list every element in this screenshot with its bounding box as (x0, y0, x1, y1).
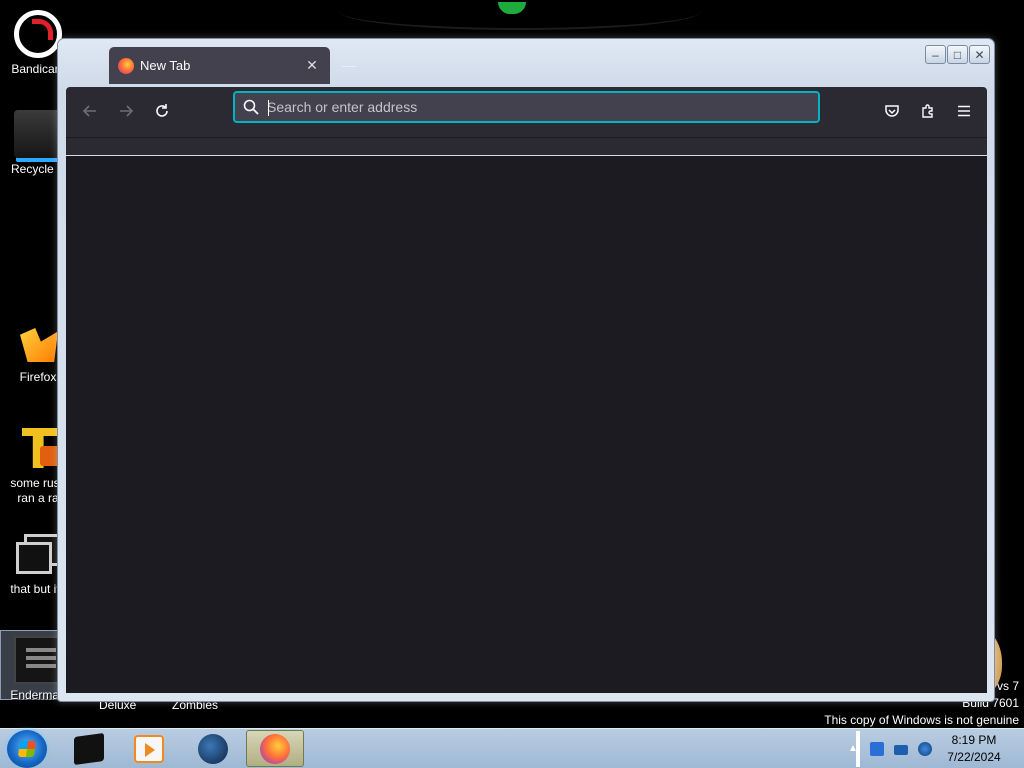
taskbar-app-globe[interactable] (184, 730, 242, 767)
green-indicator (498, 2, 526, 14)
forward-arrow-icon (120, 105, 134, 117)
windows-stack-icon (14, 530, 62, 578)
text-caret (268, 100, 269, 116)
tab-title: New Tab (140, 58, 191, 73)
page-content-area[interactable] (66, 156, 987, 693)
minimize-button[interactable]: – (925, 45, 946, 64)
media-player-icon (134, 734, 164, 763)
taskbar-app-firefox[interactable] (246, 730, 304, 767)
start-button[interactable] (7, 730, 47, 768)
browser-window: – □ ✕ New Tab ✕ — (57, 38, 995, 702)
globe-icon (198, 733, 228, 764)
tray-divider (856, 731, 860, 767)
taskbar-app-media-player[interactable] (120, 730, 178, 767)
forward-button[interactable] (112, 97, 140, 125)
action-center-icon[interactable] (870, 742, 884, 756)
pocket-button[interactable] (878, 97, 906, 125)
menu-button[interactable] (950, 97, 978, 125)
black-box-icon (74, 732, 104, 765)
firefox-favicon-icon (118, 57, 134, 74)
app-window-icon (14, 636, 62, 684)
close-tab-icon[interactable]: ✕ (303, 57, 321, 75)
system-tray: ▲ 8:19 PM 7/22/2024 (842, 729, 1024, 768)
reload-button[interactable] (148, 97, 176, 125)
reload-icon (156, 104, 168, 117)
toolbar-separator (66, 137, 987, 138)
maximize-button[interactable]: □ (947, 45, 968, 64)
window-controls: – □ ✕ (925, 45, 990, 64)
recycle-bin-icon (14, 110, 62, 158)
taskbar: ▲ 8:19 PM 7/22/2024 (0, 728, 1024, 768)
tab-new-tab[interactable]: New Tab ✕ (109, 47, 330, 84)
taskbar-app-terminal[interactable] (60, 730, 118, 767)
close-window-button[interactable]: ✕ (969, 45, 990, 64)
search-icon (243, 99, 259, 115)
firefox-icon (260, 733, 290, 764)
top-decoration (340, 0, 700, 30)
hamburger-menu-icon (958, 105, 970, 117)
puzzle-piece-icon (922, 104, 933, 118)
clock-date: 7/22/2024 (947, 750, 1001, 764)
back-arrow-icon (82, 105, 96, 117)
search-input[interactable] (267, 99, 787, 115)
new-tab-button[interactable]: — (342, 57, 356, 73)
firefox-icon (14, 318, 62, 366)
watermark-line: This copy of Windows is not genuine (824, 713, 1019, 727)
file-icon (14, 424, 62, 472)
back-button[interactable] (76, 97, 104, 125)
system-clock[interactable]: 8:19 PM 7/22/2024 (936, 732, 1012, 766)
address-bar[interactable] (233, 91, 820, 123)
navigation-toolbar (66, 87, 987, 155)
network-icon[interactable] (894, 745, 908, 755)
extensions-button[interactable] (914, 97, 942, 125)
clock-time: 8:19 PM (951, 733, 997, 747)
bandicam-icon (14, 10, 62, 58)
speaker-icon[interactable] (918, 742, 932, 756)
pocket-icon (885, 105, 899, 117)
